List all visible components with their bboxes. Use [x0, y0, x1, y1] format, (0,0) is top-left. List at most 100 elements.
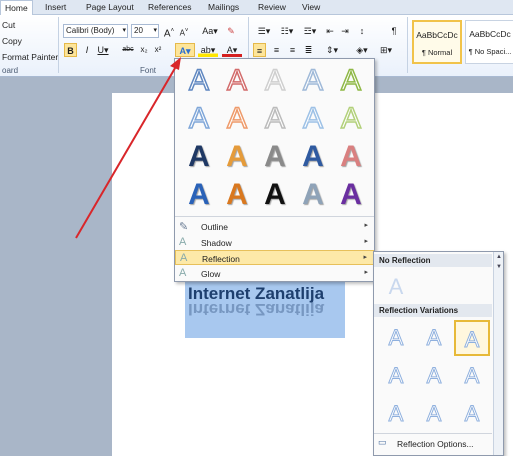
tab-home[interactable]: Home [0, 0, 33, 16]
tab-view[interactable]: View [302, 2, 320, 12]
no-reflection-header: No Reflection [374, 254, 492, 267]
font-group-label: Font [140, 66, 157, 75]
reflection-variation-4[interactable]: A [416, 358, 452, 394]
reflection-icon: A [180, 252, 188, 264]
tab-references[interactable]: References [148, 2, 191, 12]
text-effect-style-0-4[interactable]: A [333, 63, 369, 99]
font-size-combo[interactable]: 20 ▾ [131, 24, 159, 38]
subscript-button[interactable]: x₂ [138, 43, 150, 57]
strikethrough-button[interactable]: abc [120, 43, 136, 57]
text-effect-style-2-0[interactable]: A [181, 139, 217, 175]
numbering-icon[interactable]: ☷▾ [277, 24, 297, 38]
tab-mailings[interactable]: Mailings [208, 2, 239, 12]
menu-item-shadow[interactable]: A Shadow ▸ [175, 235, 374, 250]
clear-formatting-icon[interactable]: ✎ [225, 24, 237, 38]
text-effect-style-1-3[interactable]: A [295, 101, 331, 137]
shadow-icon: A [179, 236, 187, 248]
tab-insert[interactable]: Insert [45, 2, 66, 12]
text-effects-button[interactable]: A▾ [175, 43, 195, 57]
document-text-reflection: Internet Zanatlija [188, 300, 325, 319]
style-name: ¶ Normal [421, 48, 453, 57]
text-effect-style-3-1[interactable]: A [219, 177, 255, 213]
text-effect-style-0-2[interactable]: A [257, 63, 293, 99]
reflection-variation-1[interactable]: A [416, 320, 452, 356]
menu-item-reflection[interactable]: A Reflection ▸ [175, 250, 374, 265]
reflection-variations-header: Reflection Variations [374, 304, 492, 317]
grow-font-icon[interactable]: A˄ [163, 24, 175, 39]
sort-icon[interactable]: ↕ [356, 24, 368, 38]
style-no-spacing[interactable]: AaBbCcDc ¶ No Spaci... [465, 20, 513, 64]
multilevel-list-icon[interactable]: ☲▾ [300, 24, 320, 38]
text-effect-style-2-3[interactable]: A [295, 139, 331, 175]
text-effect-style-0-3[interactable]: A [295, 63, 331, 99]
format-painter-button[interactable]: Format Painter [2, 52, 58, 62]
text-effect-style-0-0[interactable]: A [181, 63, 217, 99]
align-center-icon[interactable]: ≡ [270, 43, 283, 57]
text-effect-style-2-2[interactable]: A [257, 139, 293, 175]
menu-item-outline[interactable]: ✎ Outline ▸ [175, 219, 374, 234]
reflection-variation-2[interactable]: A [454, 320, 490, 356]
change-case-icon[interactable]: Aa▾ [199, 24, 221, 38]
chevron-down-icon[interactable]: ▾ [122, 26, 126, 34]
menu-divider [175, 216, 374, 217]
tab-review[interactable]: Review [258, 2, 286, 12]
text-effect-style-1-2[interactable]: A [257, 101, 293, 137]
copy-button[interactable]: Copy [2, 36, 22, 46]
font-color-button[interactable]: A▾ [222, 43, 242, 57]
text-effect-style-1-1[interactable]: A [219, 101, 255, 137]
chevron-right-icon: ▸ [364, 238, 368, 245]
reflection-variation-8[interactable]: A [454, 396, 490, 432]
reflection-variation-5[interactable]: A [454, 358, 490, 394]
submenu-scrollbar[interactable]: ▲ ▼ [493, 252, 503, 455]
text-effects-gallery: AAAAAAAAAAAAAAAAAAAA ✎ Outline ▸ A Shado… [174, 58, 375, 282]
bold-button[interactable]: B [64, 43, 77, 57]
reflection-variation-0[interactable]: A [378, 320, 414, 356]
underline-button[interactable]: U▾ [95, 43, 111, 57]
reflection-options-label: Reflection Options... [397, 439, 474, 449]
font-size-value: 20 [134, 26, 143, 35]
options-icon: ▭ [378, 437, 387, 447]
text-effect-style-3-4[interactable]: A [333, 177, 369, 213]
font-name-combo[interactable]: Calibri (Body) ▾ [63, 24, 128, 38]
cut-button[interactable]: Cut [2, 20, 15, 30]
reflection-variation-7[interactable]: A [416, 396, 452, 432]
style-normal[interactable]: AaBbCcDc ¶ Normal [412, 20, 462, 64]
tab-page-layout[interactable]: Page Layout [86, 2, 134, 12]
borders-icon[interactable]: ⊞▾ [376, 43, 396, 57]
text-effect-style-3-2[interactable]: A [257, 177, 293, 213]
reflection-variation-6[interactable]: A [378, 396, 414, 432]
reflection-submenu: No Reflection A Reflection Variations AA… [373, 251, 504, 456]
text-effect-style-1-0[interactable]: A [181, 101, 217, 137]
text-effect-style-0-1[interactable]: A [219, 63, 255, 99]
chevron-down-icon[interactable]: ▾ [153, 26, 157, 34]
superscript-button[interactable]: x² [152, 43, 164, 57]
highlight-color-button[interactable]: ab▾ [198, 43, 218, 57]
align-left-icon[interactable]: ≡ [253, 43, 266, 57]
text-effect-style-2-1[interactable]: A [219, 139, 255, 175]
reflection-variation-3[interactable]: A [378, 358, 414, 394]
decrease-indent-icon[interactable]: ⇤ [324, 24, 336, 38]
menu-item-label: Outline [201, 222, 228, 232]
increase-indent-icon[interactable]: ⇥ [339, 24, 351, 38]
scroll-down-icon[interactable]: ▼ [495, 264, 503, 270]
style-name: ¶ No Spaci... [468, 47, 512, 56]
italic-button[interactable]: I [81, 43, 93, 57]
show-marks-icon[interactable]: ¶ [388, 24, 400, 38]
shading-icon[interactable]: ◈▾ [352, 43, 372, 57]
reflection-options-item[interactable]: ▭ Reflection Options... [374, 436, 492, 451]
text-effect-style-3-0[interactable]: A [181, 177, 217, 213]
shrink-font-icon[interactable]: A˅ [178, 24, 190, 38]
text-effect-style-1-4[interactable]: A [333, 101, 369, 137]
text-effect-style-2-4[interactable]: A [333, 139, 369, 175]
pencil-icon: ✎ [179, 221, 189, 233]
justify-icon[interactable]: ≣ [302, 43, 315, 57]
text-effect-style-3-3[interactable]: A [295, 177, 331, 213]
no-reflection-option[interactable]: A [378, 269, 414, 305]
bullets-icon[interactable]: ☰▾ [254, 24, 274, 38]
group-separator [407, 17, 408, 73]
scroll-up-icon[interactable]: ▲ [495, 254, 503, 260]
align-right-icon[interactable]: ≡ [286, 43, 299, 57]
menu-item-glow[interactable]: A Glow ▸ [175, 266, 374, 281]
line-spacing-icon[interactable]: ⇕▾ [322, 43, 342, 57]
chevron-right-icon: ▸ [364, 222, 368, 229]
